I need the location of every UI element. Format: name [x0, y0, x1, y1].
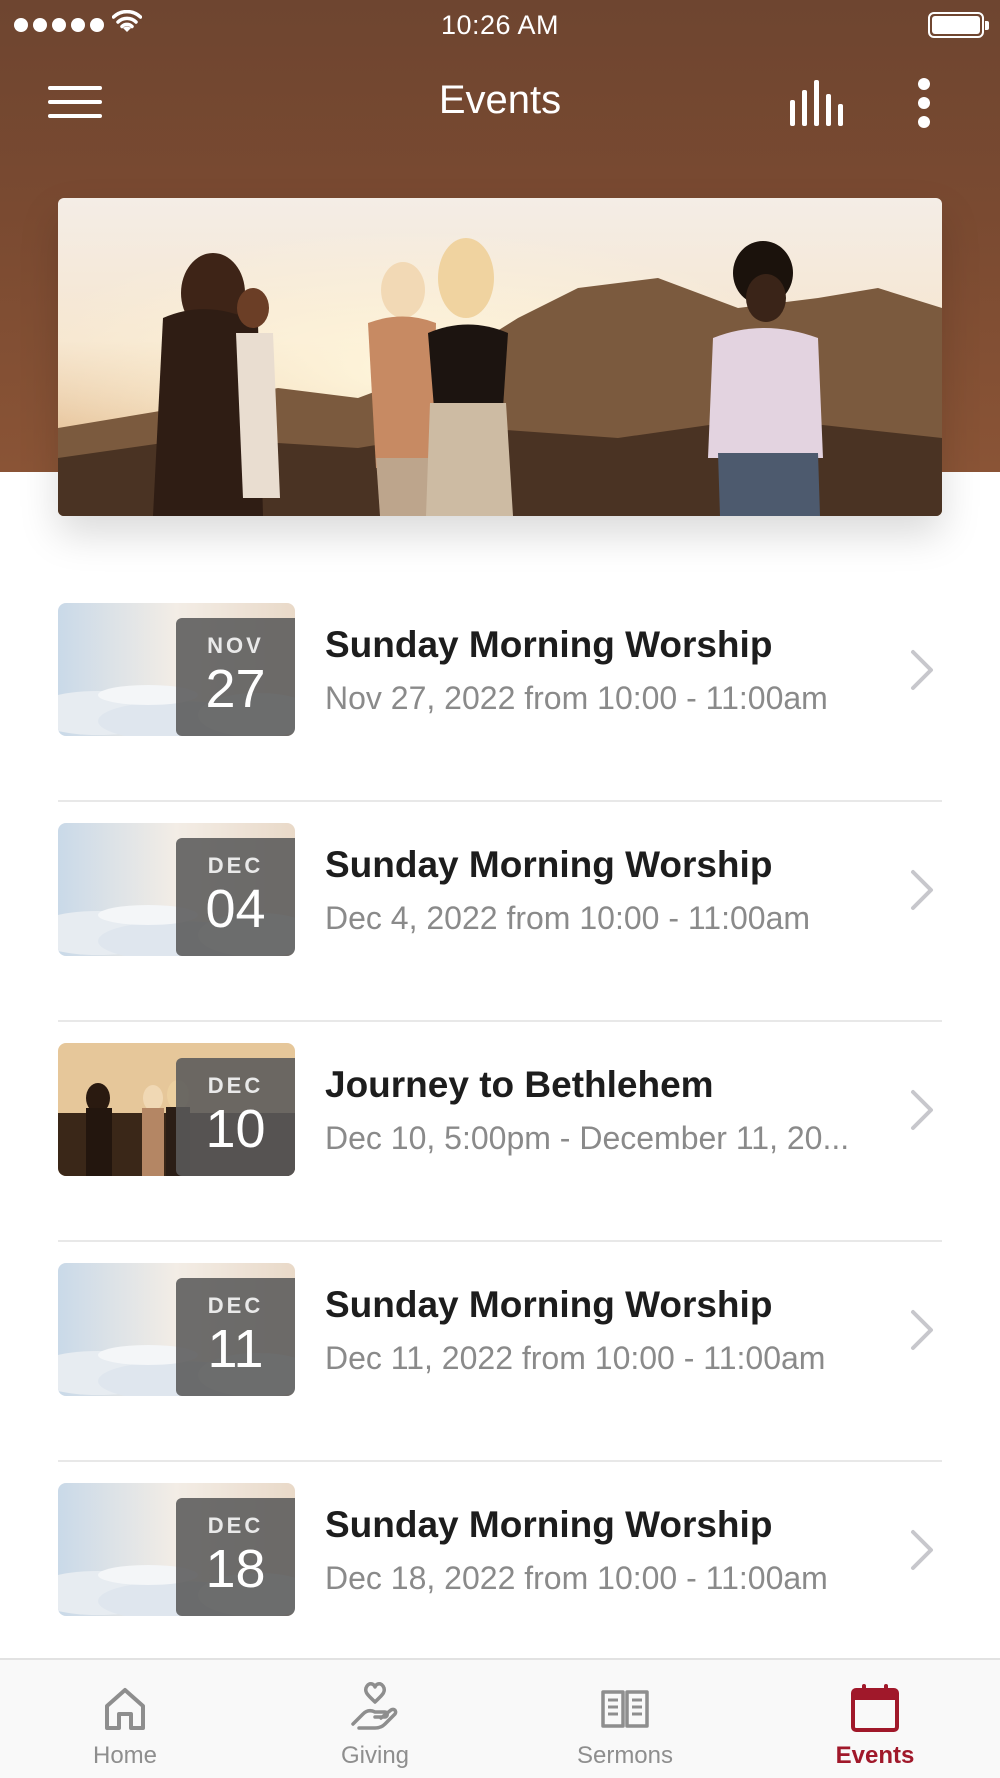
audio-bars-icon[interactable] [788, 80, 848, 126]
status-bar: 10:26 AM [0, 0, 1000, 50]
battery-icon [928, 12, 989, 38]
hero-image [58, 198, 942, 516]
status-time: 10:26 AM [440, 10, 560, 40]
event-thumbnail: DEC 11 [58, 1263, 295, 1396]
event-month: NOV [207, 633, 264, 658]
event-title: Journey to Bethlehem [325, 1064, 714, 1105]
date-badge: NOV 27 [176, 618, 295, 736]
event-row[interactable]: DEC 18 Sunday Morning Worship Dec 18, 20… [58, 1462, 942, 1682]
event-day: 04 [205, 879, 266, 939]
chevron-right-icon [911, 870, 933, 910]
event-day: 11 [207, 1319, 264, 1379]
nav-bar: Events [0, 62, 1000, 142]
tab-sermons-label: Sermons [576, 1742, 674, 1769]
event-date-time: Dec 10, 5:00pm - December 11, 20... [325, 1120, 850, 1156]
event-thumbnail: NOV 27 [58, 603, 295, 736]
date-badge: DEC 11 [176, 1278, 295, 1396]
event-month: DEC [207, 1293, 264, 1318]
tab-events[interactable]: Events [750, 1660, 1000, 1778]
event-row[interactable]: DEC 11 Sunday Morning Worship Dec 11, 20… [58, 1242, 942, 1462]
tab-home[interactable]: Home [0, 1660, 250, 1778]
home-icon [105, 1688, 145, 1730]
event-date-time: Dec 11, 2022 from 10:00 - 11:00am [325, 1340, 826, 1376]
events-screen: 10:26 AM Events NOV 27 Sunday Morning Wo… [0, 0, 1000, 1778]
tab-giving-label: Giving [340, 1742, 410, 1769]
event-date-time: Nov 27, 2022 from 10:00 - 11:00am [325, 680, 828, 716]
tab-home-label: Home [92, 1742, 158, 1769]
event-date-time: Dec 18, 2022 from 10:00 - 11:00am [325, 1560, 828, 1596]
tab-events-label: Events [835, 1742, 915, 1769]
event-day: 27 [205, 659, 266, 719]
chevron-right-icon [911, 650, 933, 690]
event-day: 10 [205, 1099, 266, 1159]
chevron-right-icon [911, 1530, 933, 1570]
chevron-right-icon [911, 1310, 933, 1350]
event-day: 18 [205, 1539, 266, 1599]
calendar-icon [851, 1684, 899, 1732]
giving-hand-heart-icon [351, 1682, 398, 1730]
event-list: NOV 27 Sunday Morning Worship Nov 27, 20… [58, 582, 942, 1682]
event-title: Sunday Morning Worship [325, 624, 773, 665]
date-badge: DEC 18 [176, 1498, 295, 1616]
event-thumbnail: DEC 18 [58, 1483, 295, 1616]
event-month: DEC [207, 1073, 264, 1098]
page-title: Events [438, 78, 562, 122]
event-month: DEC [207, 853, 264, 878]
event-thumbnail: DEC 04 [58, 823, 295, 956]
more-options-icon[interactable] [912, 76, 936, 130]
open-book-icon [601, 1690, 649, 1728]
date-badge: DEC 10 [176, 1058, 295, 1176]
event-title: Sunday Morning Worship [325, 844, 773, 885]
event-month: DEC [207, 1513, 264, 1538]
chevron-right-icon [911, 1090, 933, 1130]
event-row[interactable]: DEC 04 Sunday Morning Worship Dec 4, 202… [58, 802, 942, 1022]
event-row[interactable]: DEC 10 Journey to Bethlehem Dec 10, 5:00… [58, 1022, 942, 1242]
event-title: Sunday Morning Worship [325, 1284, 773, 1325]
event-thumbnail: DEC 10 [58, 1043, 295, 1176]
event-title: Sunday Morning Worship [325, 1504, 773, 1545]
tab-giving[interactable]: Giving [250, 1660, 500, 1778]
date-badge: DEC 04 [176, 838, 295, 956]
event-row[interactable]: NOV 27 Sunday Morning Worship Nov 27, 20… [58, 582, 942, 802]
event-date-time: Dec 4, 2022 from 10:00 - 11:00am [325, 900, 811, 936]
tab-bar: Home Giving Sermons Events [0, 1658, 1000, 1778]
tab-sermons[interactable]: Sermons [500, 1660, 750, 1778]
